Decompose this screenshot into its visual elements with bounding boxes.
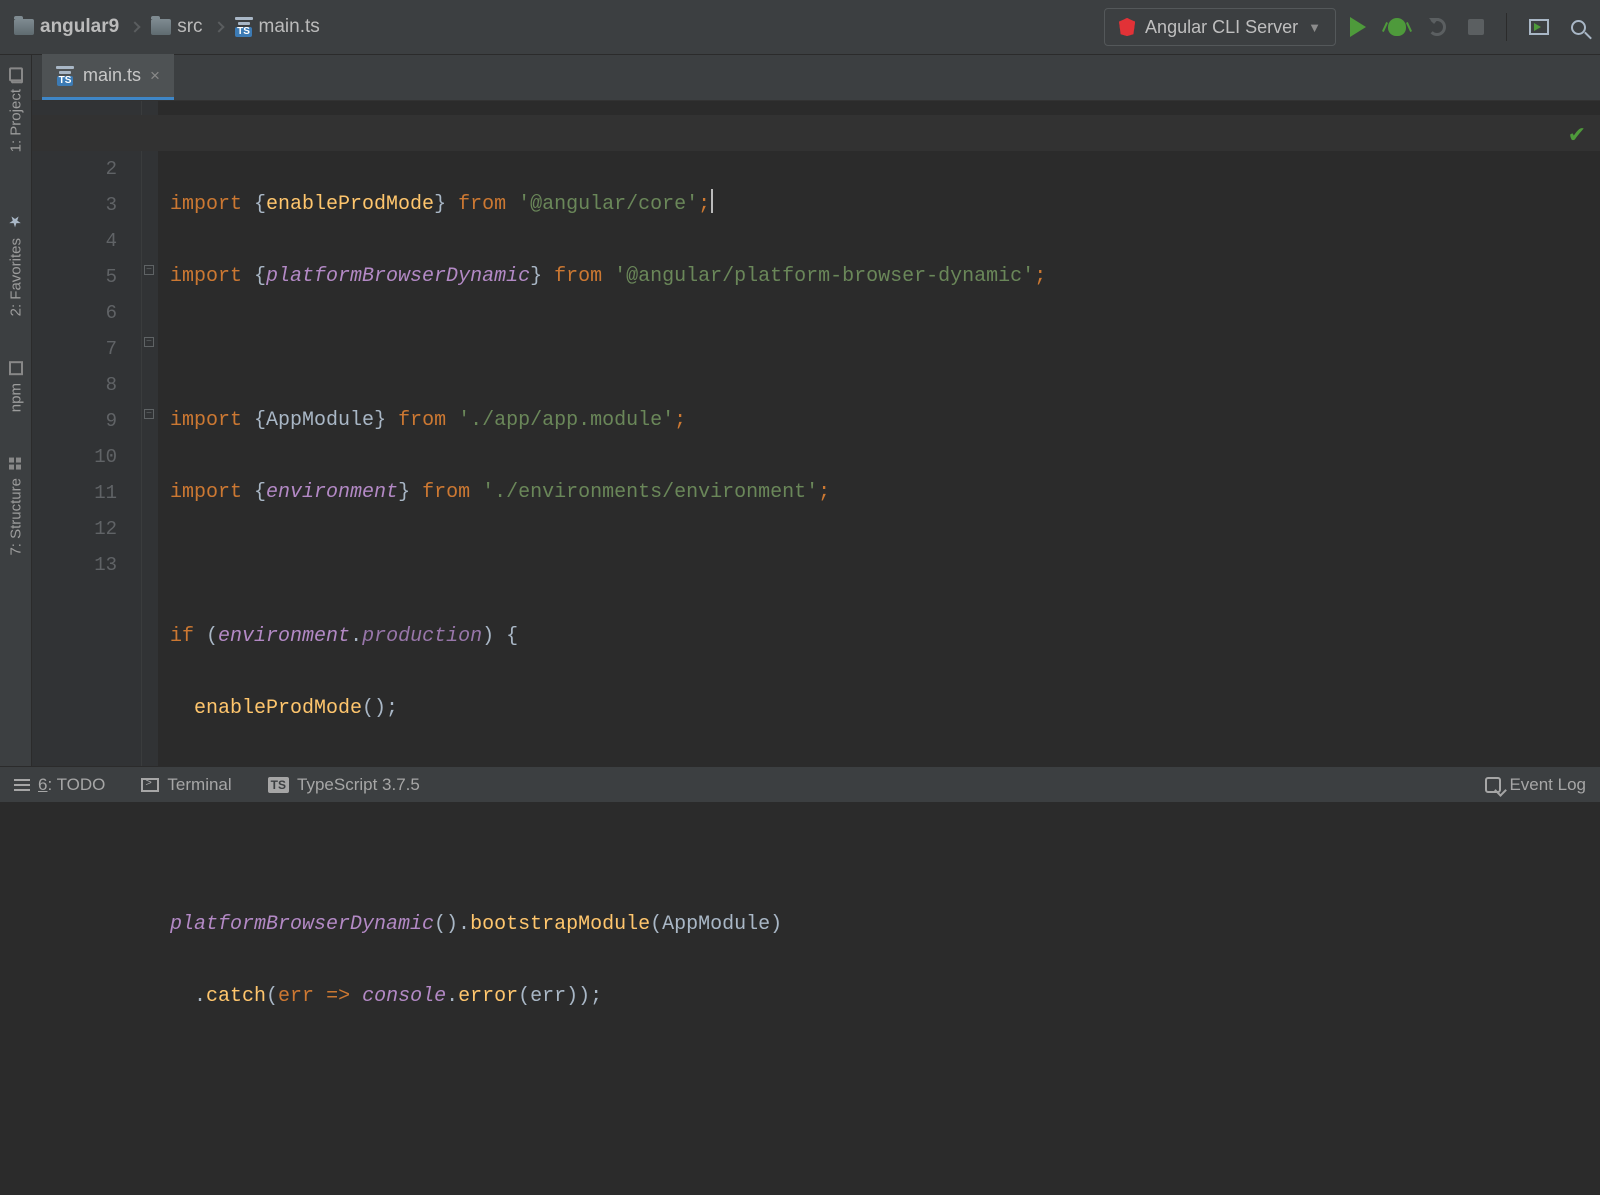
line-number: 10 xyxy=(32,439,117,475)
run-icon[interactable] xyxy=(1350,17,1366,37)
line-number-gutter: 1 2 3 4 5 6 7 8 9 10 11 12 13 xyxy=(32,101,142,766)
code-editor[interactable]: 1 2 3 4 5 6 7 8 9 10 11 12 13 − − − − im… xyxy=(32,101,1600,766)
event-log-label: Event Log xyxy=(1509,775,1586,795)
line-number: 4 xyxy=(32,223,117,259)
terminal-icon xyxy=(141,778,159,792)
event-log-button[interactable]: Event Log xyxy=(1485,775,1586,795)
tool-tab-project[interactable]: 1: Project xyxy=(0,55,32,164)
fold-marker-icon[interactable]: − xyxy=(144,409,154,419)
npm-icon xyxy=(9,361,23,375)
stop-icon[interactable] xyxy=(1468,19,1484,35)
chevron-right-icon xyxy=(213,21,224,32)
debug-icon[interactable] xyxy=(1388,18,1406,36)
left-tool-window-bar: 1: Project 2: Favorites ★ npm 7: Structu… xyxy=(0,55,32,766)
project-icon xyxy=(9,67,23,81)
line-number: 8 xyxy=(32,367,117,403)
tool-tab-structure[interactable]: 7: Structure xyxy=(0,444,32,568)
run-configuration-label: Angular CLI Server xyxy=(1145,17,1298,38)
tool-tab-label: 1: Project xyxy=(8,89,25,152)
run-with-coverage-icon[interactable] xyxy=(1428,18,1446,36)
code-area[interactable]: import {enableProdMode} from '@angular/c… xyxy=(158,101,1600,766)
separator xyxy=(1506,13,1507,41)
chevron-right-icon xyxy=(130,21,141,32)
tool-tab-label: Terminal xyxy=(167,775,231,795)
line-number: 5 xyxy=(32,259,117,295)
breadcrumb: angular9 src TS main.ts xyxy=(14,16,320,38)
chevron-down-icon: ▼ xyxy=(1308,20,1321,35)
inspection-ok-icon[interactable]: ✔ xyxy=(1568,119,1586,155)
breadcrumb-label: main.ts xyxy=(259,16,320,38)
fold-marker-icon[interactable]: − xyxy=(144,265,154,275)
tool-tab-label: 7: Structure xyxy=(8,478,25,556)
tool-tab-label: TypeScript 3.7.5 xyxy=(297,775,420,795)
search-everywhere-icon[interactable] xyxy=(1571,20,1586,35)
line-number: 13 xyxy=(32,547,117,583)
tool-tab-label: 2: Favorites xyxy=(8,238,25,316)
tool-tab-label: npm xyxy=(8,383,25,412)
breadcrumb-root[interactable]: angular9 xyxy=(14,16,119,38)
toolbar-actions xyxy=(1350,13,1586,41)
line-number: 9 xyxy=(32,403,117,439)
editor-tab-label: main.ts xyxy=(83,65,141,86)
line-number: 12 xyxy=(32,511,117,547)
line-number: 6 xyxy=(32,295,117,331)
breadcrumb-folder[interactable]: src xyxy=(151,16,202,38)
current-line-highlight xyxy=(32,115,1600,151)
typescript-file-icon: TS xyxy=(56,66,74,86)
breadcrumb-label: src xyxy=(177,16,202,38)
tool-tab-npm[interactable]: npm xyxy=(0,349,32,424)
editor-tab-main-ts[interactable]: TS main.ts × xyxy=(42,54,174,100)
status-bar: 6: TODO Terminal TS TypeScript 3.7.5 Eve… xyxy=(0,766,1600,802)
breadcrumb-file[interactable]: TS main.ts xyxy=(235,16,320,38)
tool-tab-typescript[interactable]: TS TypeScript 3.7.5 xyxy=(268,775,420,795)
tool-tab-label: 6: TODO xyxy=(38,775,105,795)
text-caret xyxy=(711,189,713,213)
close-icon[interactable]: × xyxy=(150,66,160,86)
editor-tabs: TS main.ts × xyxy=(0,55,1600,101)
run-configuration-selector[interactable]: Angular CLI Server ▼ xyxy=(1104,8,1336,46)
line-number: 2 xyxy=(32,151,117,187)
tool-tab-todo[interactable]: 6: TODO xyxy=(14,775,105,795)
tool-tab-favorites[interactable]: 2: Favorites ★ xyxy=(0,204,32,328)
structure-icon xyxy=(9,456,23,470)
line-number: 3 xyxy=(32,187,117,223)
line-number: 11 xyxy=(32,475,117,511)
fold-gutter: − − − − xyxy=(142,101,158,766)
angular-icon xyxy=(1119,18,1135,36)
typescript-file-icon: TS xyxy=(235,17,253,37)
star-icon: ★ xyxy=(9,216,23,230)
fold-marker-icon[interactable]: − xyxy=(144,337,154,347)
breadcrumb-label: angular9 xyxy=(40,16,119,38)
typescript-icon: TS xyxy=(268,777,289,793)
navigation-bar: angular9 src TS main.ts Angular CLI Serv… xyxy=(0,0,1600,55)
folder-icon xyxy=(151,19,171,35)
tool-tab-terminal[interactable]: Terminal xyxy=(141,775,231,795)
line-number: 7 xyxy=(32,331,117,367)
event-log-icon xyxy=(1485,777,1501,793)
run-anything-icon[interactable] xyxy=(1529,19,1549,35)
todo-icon xyxy=(14,779,30,791)
folder-icon xyxy=(14,19,34,35)
